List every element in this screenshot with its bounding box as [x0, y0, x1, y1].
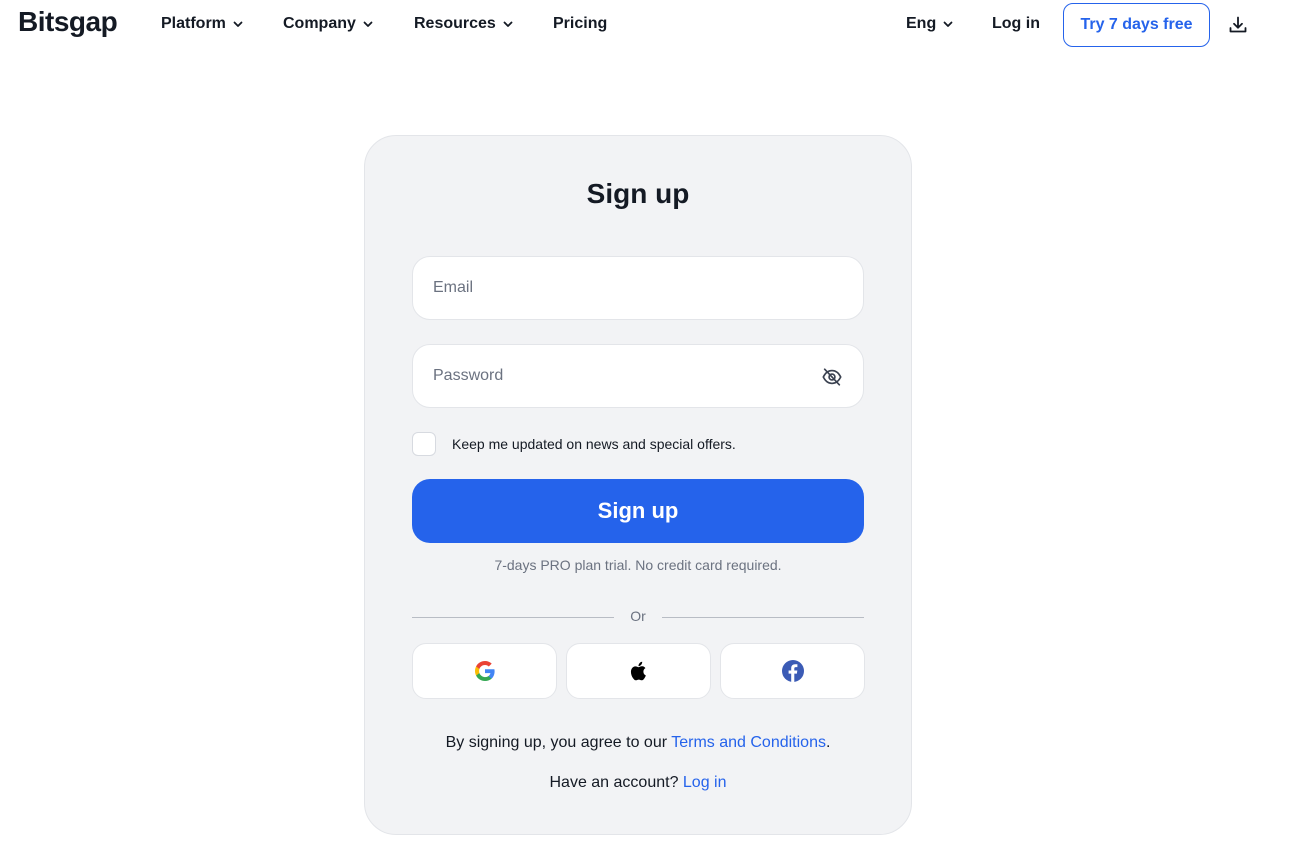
email-input[interactable]	[413, 257, 863, 319]
nav-company-label: Company	[283, 15, 356, 32]
login-link[interactable]: Log in	[683, 774, 727, 791]
google-icon	[474, 661, 495, 681]
divider-line-right	[662, 617, 864, 618]
facebook-icon	[781, 660, 804, 682]
newsletter-checkbox[interactable]	[412, 432, 436, 456]
nav-pricing[interactable]: Pricing	[553, 15, 607, 33]
newsletter-option: Keep me updated on news and special offe…	[412, 432, 736, 456]
facebook-signin-button[interactable]	[720, 643, 865, 699]
or-divider: Or	[412, 608, 864, 628]
newsletter-label: Keep me updated on news and special offe…	[452, 436, 736, 452]
password-input[interactable]	[413, 345, 863, 407]
trial-note: 7-days PRO plan trial. No credit card re…	[494, 557, 782, 573]
eye-off-icon[interactable]	[821, 366, 843, 388]
email-field	[412, 256, 864, 320]
signup-card: Sign up Keep me updated on news and spec…	[364, 135, 912, 835]
top-navigation: Bitsgap Platform Company Resources Prici…	[0, 0, 1299, 52]
nav-resources[interactable]: Resources	[414, 15, 514, 33]
signup-button[interactable]: Sign up	[412, 479, 864, 543]
chevron-down-icon	[943, 21, 953, 27]
chevron-down-icon	[363, 21, 373, 27]
language-selector[interactable]: Eng	[906, 15, 954, 33]
divider-line-left	[412, 617, 614, 618]
password-field	[412, 344, 864, 408]
apple-signin-button[interactable]	[566, 643, 711, 699]
chevron-down-icon	[233, 21, 243, 27]
nav-resources-label: Resources	[414, 15, 496, 32]
apple-icon	[630, 661, 646, 681]
download-icon[interactable]	[1228, 15, 1248, 35]
nav-pricing-label: Pricing	[553, 15, 608, 32]
try-free-button[interactable]: Try 7 days free	[1063, 3, 1210, 47]
nav-platform[interactable]: Platform	[161, 15, 244, 33]
terms-text: By signing up, you agree to our Terms an…	[365, 734, 911, 752]
language-label: Eng	[906, 15, 937, 32]
header-login-link[interactable]: Log in	[992, 15, 1040, 33]
account-prefix: Have an account?	[549, 774, 683, 791]
nav-company[interactable]: Company	[283, 15, 374, 33]
signup-title: Sign up	[586, 178, 690, 209]
terms-link[interactable]: Terms and Conditions	[671, 734, 826, 751]
google-signin-button[interactable]	[412, 643, 557, 699]
chevron-down-icon	[503, 21, 513, 27]
have-account-text: Have an account? Log in	[365, 774, 911, 792]
bitsgap-logo[interactable]: Bitsgap	[18, 6, 118, 38]
divider-text: Or	[630, 608, 646, 624]
terms-suffix: .	[825, 734, 831, 751]
nav-platform-label: Platform	[161, 15, 226, 32]
terms-prefix: By signing up, you agree to our	[445, 734, 672, 751]
